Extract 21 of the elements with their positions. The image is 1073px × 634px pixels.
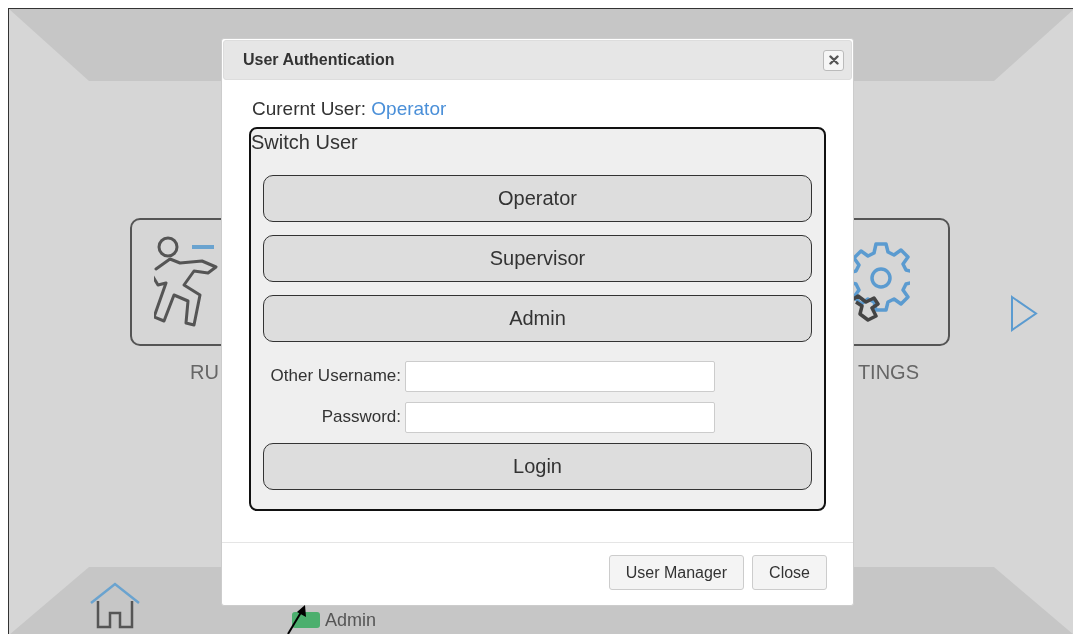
panel-title: Switch User (251, 129, 359, 155)
tile-label: RU (189, 360, 219, 384)
gear-wrench-icon (852, 242, 910, 322)
close-icon (828, 55, 839, 65)
current-user-text: Curernt User: Operator (251, 97, 448, 121)
dialog-button[interactable]: User Manager (608, 555, 745, 590)
running-person-icon (154, 236, 220, 328)
tile-label: TINGS (857, 360, 920, 384)
user-button[interactable]: Supervisor (263, 234, 812, 282)
user-button[interactable]: Operator (263, 174, 812, 222)
field-label: Other Username: (269, 365, 401, 388)
user-button[interactable]: Admin (263, 294, 812, 342)
field-label: Password: (320, 406, 401, 429)
dialog-button[interactable]: Close (752, 555, 827, 590)
user-name: Admin (325, 608, 377, 632)
input-field[interactable] (405, 360, 715, 392)
home-icon[interactable] (88, 581, 142, 629)
close-button[interactable] (823, 49, 844, 71)
dialog-title: User Authentication (243, 50, 395, 70)
input-field[interactable] (405, 401, 715, 433)
login-button[interactable]: Login (263, 442, 812, 490)
